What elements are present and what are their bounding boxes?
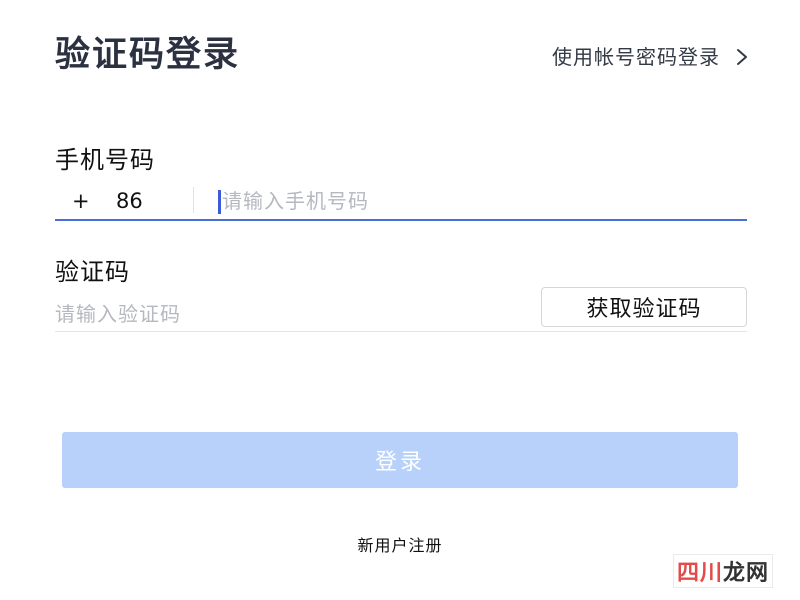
watermark-logo: 四川 龙网 <box>673 554 773 588</box>
switch-login-label: 使用帐号密码登录 <box>552 45 720 69</box>
page-title: 验证码登录 <box>55 35 241 75</box>
verification-code-label: 验证码 <box>55 258 130 286</box>
get-code-button[interactable]: 获取验证码 <box>541 287 747 327</box>
switch-to-password-login-link[interactable]: 使用帐号密码登录 <box>552 43 750 71</box>
login-button[interactable]: 登录 <box>62 432 738 488</box>
chevron-right-icon <box>737 49 747 65</box>
country-code-selector[interactable]: + 86 <box>55 183 181 219</box>
verification-code-input[interactable] <box>55 299 495 329</box>
country-code-plus: + <box>72 189 90 213</box>
verification-code-row: 获取验证码 <box>55 287 747 332</box>
watermark-part1: 四川 <box>676 561 723 586</box>
watermark-part2: 龙网 <box>723 561 770 586</box>
text-cursor <box>218 190 221 214</box>
country-code-divider <box>193 187 194 213</box>
phone-input[interactable] <box>222 186 742 216</box>
phone-field-row: + 86 <box>55 183 747 221</box>
phone-label: 手机号码 <box>55 146 155 174</box>
country-code-value: 86 <box>116 189 143 213</box>
